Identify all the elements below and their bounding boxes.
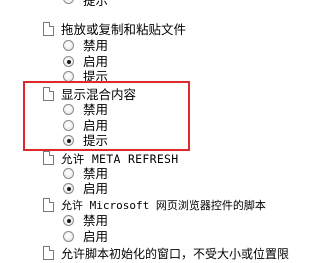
radio-button[interactable] bbox=[63, 168, 74, 179]
security-settings-list: 提示 拖放或复制和粘贴文件 禁用 启用 提示 显示混合内容 禁用 启用 提示 允… bbox=[0, 0, 333, 263]
document-icon bbox=[43, 22, 54, 36]
radio-option-disable[interactable]: 禁用 bbox=[0, 213, 200, 229]
radio-option-disable[interactable]: 禁用 bbox=[0, 166, 200, 182]
radio-label: 提示 bbox=[83, 0, 109, 8]
radio-label: 启用 bbox=[83, 181, 109, 196]
setting-title: 拖放或复制和粘贴文件 bbox=[61, 22, 187, 37]
radio-label: 启用 bbox=[83, 54, 109, 69]
radio-button[interactable] bbox=[63, 215, 74, 226]
radio-label: 启用 bbox=[83, 229, 109, 244]
highlight-annotation-box bbox=[23, 81, 190, 151]
radio-button[interactable] bbox=[63, 0, 74, 4]
document-icon bbox=[43, 246, 54, 260]
radio-option-disable[interactable]: 禁用 bbox=[0, 38, 200, 54]
radio-option-enable[interactable]: 启用 bbox=[0, 54, 200, 70]
setting-drag-drop-files: 拖放或复制和粘贴文件 bbox=[0, 21, 300, 39]
document-icon bbox=[43, 151, 54, 165]
radio-button[interactable] bbox=[63, 56, 74, 67]
document-icon bbox=[43, 198, 54, 212]
radio-button[interactable] bbox=[63, 40, 74, 51]
radio-button[interactable] bbox=[63, 231, 74, 242]
radio-button[interactable] bbox=[63, 183, 74, 194]
radio-option-enable[interactable]: 启用 bbox=[0, 181, 200, 197]
radio-option-prompt-cut[interactable]: 提示 bbox=[0, 0, 200, 16]
setting-script-initiated-windows: 允许脚本初始化的窗口，不受大小或位置限 bbox=[0, 245, 333, 263]
radio-label: 禁用 bbox=[83, 213, 109, 228]
radio-label: 禁用 bbox=[83, 166, 109, 181]
setting-title: 允许脚本初始化的窗口，不受大小或位置限 bbox=[61, 247, 290, 261]
radio-label: 禁用 bbox=[83, 38, 109, 53]
radio-option-enable[interactable]: 启用 bbox=[0, 229, 200, 245]
